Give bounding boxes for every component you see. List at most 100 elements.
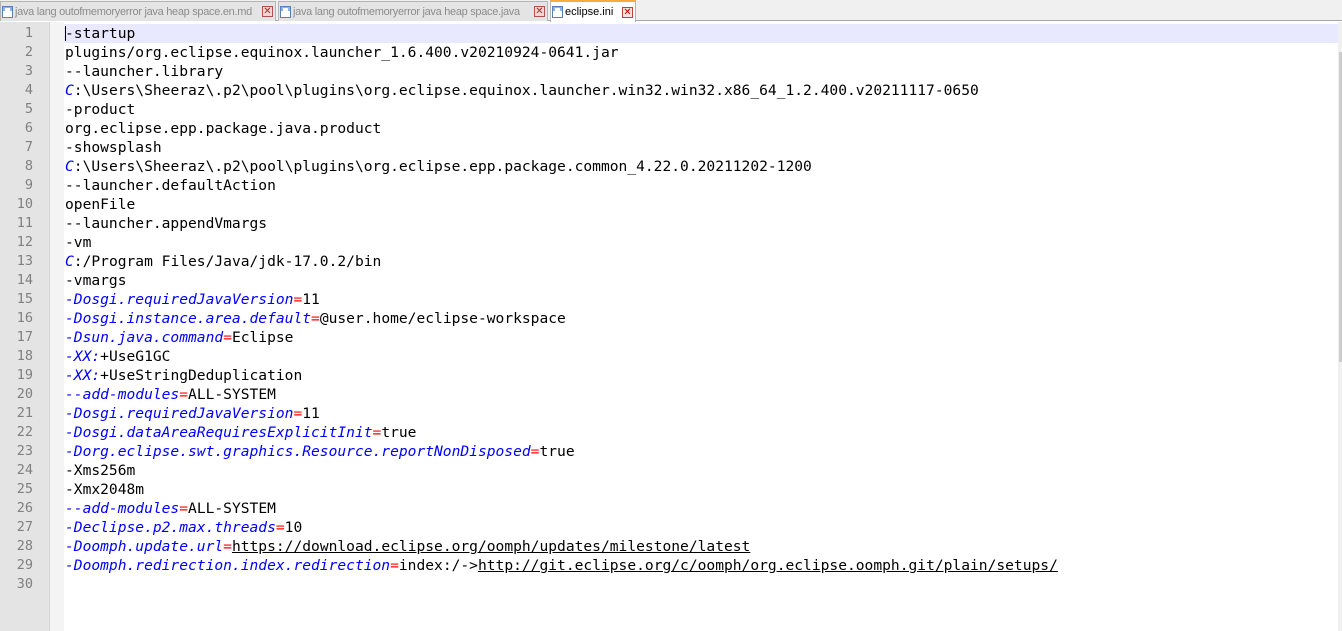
code-line[interactable]: 7 -showsplash bbox=[0, 138, 1338, 157]
line-number: 28 bbox=[16, 538, 33, 554]
equals-sign: = bbox=[179, 386, 189, 403]
line-text-area: -vm bbox=[64, 233, 1338, 252]
line-text: -vm bbox=[65, 234, 92, 251]
line-text-area: -Dosgi.requiredJavaVersion=11 bbox=[64, 290, 1338, 309]
line-text: -product bbox=[65, 101, 136, 118]
code-line[interactable]: 29 -Doomph.redirection.index.redirection=… bbox=[0, 556, 1338, 575]
code-line[interactable]: 5 -product bbox=[0, 100, 1338, 119]
code-line[interactable]: 23 -Dorg.eclipse.swt.graphics.Resource.re… bbox=[0, 442, 1338, 461]
code-line[interactable]: 27 -Declipse.p2.max.threads=10 bbox=[0, 518, 1338, 537]
code-line[interactable]: 16 -Dosgi.instance.area.default=@user.hom… bbox=[0, 309, 1338, 328]
code-line[interactable]: 17 -Dsun.java.command=Eclipse bbox=[0, 328, 1338, 347]
text-editor[interactable]: 1 -startup 2 plugins/org.eclipse.equinox.la… bbox=[0, 22, 1342, 631]
code-line[interactable]: 22 -Dosgi.dataAreaRequiresExplicitInit=tr… bbox=[0, 423, 1338, 442]
value-text: :\Users\Sheeraz\.p2\pool\plugins\org.ecl… bbox=[73, 82, 979, 99]
code-line[interactable]: 24 -Xms256m bbox=[0, 461, 1338, 480]
code-line[interactable]: 20 --add-modules=ALL-SYSTEM bbox=[0, 385, 1338, 404]
line-text-area: C:\Users\Sheeraz\.p2\pool\plugins\org.ec… bbox=[64, 157, 1338, 176]
line-text-area: -showsplash bbox=[64, 138, 1338, 157]
value-text: Eclipse bbox=[231, 329, 294, 346]
line-text-area: C:\Users\Sheeraz\.p2\pool\plugins\org.ec… bbox=[64, 81, 1338, 100]
tab-java-file[interactable]: java lang outofmemoryerror java heap spa… bbox=[278, 1, 548, 21]
equals-sign: = bbox=[223, 329, 232, 346]
tab-eclipse-ini[interactable]: eclipse.ini ✕ bbox=[550, 0, 636, 22]
code-line[interactable]: 2 plugins/org.eclipse.equinox.launcher_1.… bbox=[0, 43, 1338, 62]
line-text: -Doomph.update.url=https://download.ecli… bbox=[65, 537, 750, 556]
code-line[interactable]: 11 --launcher.appendVmargs bbox=[0, 214, 1338, 233]
line-number: 12 bbox=[16, 234, 33, 250]
line-text: --add-modules=ALL-SYSTEM bbox=[65, 385, 276, 404]
code-line[interactable]: 8 C:\Users\Sheeraz\.p2\pool\plugins\org.e… bbox=[0, 157, 1338, 176]
property-key: -Dorg.eclipse.swt.graphics.Resource.repo… bbox=[65, 443, 531, 460]
code-line[interactable]: 14 -vmargs bbox=[0, 271, 1338, 290]
code-line[interactable]: 19 -XX:+UseStringDeduplication bbox=[0, 366, 1338, 385]
close-icon[interactable]: ✕ bbox=[534, 6, 545, 17]
line-number: 30 bbox=[16, 576, 33, 592]
equals-sign: = bbox=[223, 538, 232, 555]
close-icon[interactable]: ✕ bbox=[622, 6, 633, 18]
tab-markdown-file[interactable]: java lang outofmemoryerror java heap spa… bbox=[0, 1, 276, 21]
vertical-scrollbar[interactable] bbox=[1338, 22, 1342, 631]
code-line[interactable]: 1 -startup bbox=[0, 24, 1338, 43]
equals-sign: = bbox=[179, 500, 189, 517]
property-key: -Dosgi.dataAreaRequiresExplicitInit bbox=[65, 424, 373, 441]
value-text: index:/-> bbox=[398, 557, 478, 574]
line-text: --launcher.defaultAction bbox=[65, 177, 276, 194]
value-text: @user.home/eclipse-workspace bbox=[319, 310, 566, 327]
line-text: org.eclipse.epp.package.java.product bbox=[65, 120, 382, 137]
url-link: https://download.eclipse.org/oomph/updat… bbox=[231, 538, 751, 555]
code-line[interactable]: 21 -Dosgi.requiredJavaVersion=11 bbox=[0, 404, 1338, 423]
line-text: -XX:+UseG1GC bbox=[65, 347, 170, 366]
line-text: -Dosgi.instance.area.default=@user.home/… bbox=[65, 309, 566, 328]
line-text-area: -startup bbox=[64, 24, 1338, 43]
line-number: 4 bbox=[24, 82, 33, 98]
code-line[interactable]: 9 --launcher.defaultAction bbox=[0, 176, 1338, 195]
line-number: 19 bbox=[16, 367, 33, 383]
line-text-area: openFile bbox=[64, 195, 1338, 214]
code-line[interactable]: 25 -Xmx2048m bbox=[0, 480, 1338, 499]
code-line[interactable]: 18 -XX:+UseG1GC bbox=[0, 347, 1338, 366]
code-line[interactable]: 30 bbox=[0, 575, 1338, 594]
value-text: 11 bbox=[302, 405, 320, 422]
value-text: :\Users\Sheeraz\.p2\pool\plugins\org.ecl… bbox=[73, 158, 812, 175]
equals-sign: = bbox=[390, 557, 399, 574]
line-text-area: --launcher.appendVmargs bbox=[64, 214, 1338, 233]
property-key: -Dosgi.requiredJavaVersion bbox=[65, 405, 294, 422]
drive-letter: C bbox=[65, 253, 74, 270]
line-number: 22 bbox=[16, 424, 33, 440]
code-line[interactable]: 13 C:/Program Files/Java/jdk-17.0.2/bin bbox=[0, 252, 1338, 271]
equals-sign: = bbox=[372, 424, 382, 441]
code-line[interactable]: 15 -Dosgi.requiredJavaVersion=11 bbox=[0, 290, 1338, 309]
line-number: 2 bbox=[24, 44, 33, 60]
line-text-area: -Doomph.update.url=https://download.ecli… bbox=[64, 537, 1338, 556]
code-line[interactable]: 26 --add-modules=ALL-SYSTEM bbox=[0, 499, 1338, 518]
code-line[interactable]: 3 --launcher.library bbox=[0, 62, 1338, 81]
value-text: +UseG1GC bbox=[100, 348, 171, 365]
code-line[interactable]: 4 C:\Users\Sheeraz\.p2\pool\plugins\org.e… bbox=[0, 81, 1338, 100]
line-number: 7 bbox=[24, 139, 33, 155]
code-line[interactable]: 28 -Doomph.update.url=https://download.ec… bbox=[0, 537, 1338, 556]
value-text: 11 bbox=[302, 291, 320, 308]
line-number: 3 bbox=[24, 63, 33, 79]
line-text: -startup bbox=[65, 25, 136, 42]
file-icon bbox=[552, 6, 563, 18]
line-text-area: -Doomph.redirection.index.redirection=in… bbox=[64, 556, 1338, 575]
line-number: 27 bbox=[16, 519, 33, 535]
line-text-area: -Dosgi.dataAreaRequiresExplicitInit=true bbox=[64, 423, 1338, 442]
file-icon bbox=[2, 5, 13, 18]
code-line[interactable]: 12 -vm bbox=[0, 233, 1338, 252]
line-text-area: -vmargs bbox=[64, 271, 1338, 290]
line-text: --add-modules=ALL-SYSTEM bbox=[65, 499, 276, 518]
line-text-area bbox=[64, 575, 1338, 594]
code-line[interactable]: 10 openFile bbox=[0, 195, 1338, 214]
property-key: -Dsun.java.command bbox=[65, 329, 224, 346]
url-link: http://git.eclipse.org/c/oomph/org.eclip… bbox=[477, 557, 1058, 574]
value-text: true bbox=[381, 424, 417, 441]
code-line[interactable]: 6 org.eclipse.epp.package.java.product bbox=[0, 119, 1338, 138]
property-key: -XX: bbox=[65, 367, 101, 384]
close-icon[interactable]: ✕ bbox=[262, 6, 273, 17]
line-number: 9 bbox=[24, 177, 33, 193]
line-text-area: -product bbox=[64, 100, 1338, 119]
value-text: ALL-SYSTEM bbox=[188, 386, 276, 403]
line-text-area: --add-modules=ALL-SYSTEM bbox=[64, 499, 1338, 518]
